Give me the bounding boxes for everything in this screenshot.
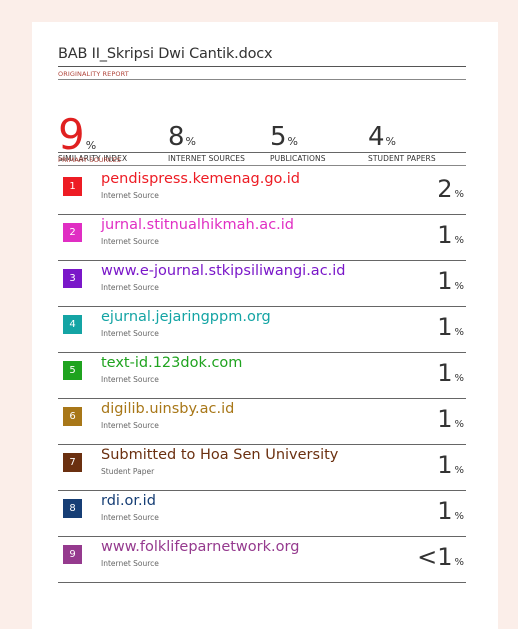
stat-value: 5 (270, 122, 287, 152)
stat-caption: PUBLICATIONS (270, 154, 326, 163)
source-name: rdi.or.id (101, 493, 156, 509)
stat-unit: % (85, 139, 97, 152)
source-rank-badge: 5 (63, 361, 82, 380)
stat-value: 8 (168, 122, 185, 152)
source-percent: 1% (437, 313, 464, 341)
source-name: Submitted to Hoa Sen University (101, 447, 339, 463)
source-type: Student Paper (101, 467, 155, 476)
source-row: 3 www.e-journal.stkipsiliwangi.ac.id Int… (58, 261, 466, 307)
source-percent: 1% (437, 497, 464, 525)
report-sheet: BAB II_Skripsi Dwi Cantik.docx ORIGINALI… (32, 22, 498, 629)
source-percent-unit: % (454, 373, 464, 384)
source-type: Internet Source (101, 237, 159, 246)
row-divider (58, 582, 466, 583)
source-name: www.e-journal.stkipsiliwangi.ac.id (101, 263, 346, 279)
source-type: Internet Source (101, 329, 159, 338)
source-type: Internet Source (101, 375, 159, 384)
source-row: 4 ejurnal.jejaringppm.org Internet Sourc… (58, 307, 466, 353)
stat-student-papers: 4% STUDENT PAPERS (368, 122, 436, 163)
stat-unit: % (185, 135, 196, 148)
stat-caption: STUDENT PAPERS (368, 154, 436, 163)
source-rank-badge: 7 (63, 453, 82, 472)
stat-caption: INTERNET SOURCES (168, 154, 245, 163)
stat-similarity-index: 9% SIMILARITY INDEX (58, 114, 127, 164)
section-divider (58, 79, 466, 80)
originality-report-label: ORIGINALITY REPORT (58, 70, 129, 78)
source-percent: 2% (437, 175, 464, 203)
source-name: ejurnal.jejaringppm.org (101, 309, 271, 325)
stat-publications: 5% PUBLICATIONS (270, 122, 326, 163)
source-row: 5 text-id.123dok.com Internet Source 1% (58, 353, 466, 399)
source-percent-unit: % (454, 327, 464, 338)
source-percent: 1% (437, 359, 464, 387)
stat-value: 4 (368, 122, 385, 152)
source-percent: <1% (417, 543, 464, 571)
source-percent-value: 1 (437, 267, 453, 295)
source-percent: 1% (437, 451, 464, 479)
source-type: Internet Source (101, 191, 159, 200)
stat-unit: % (287, 135, 298, 148)
source-percent-value: 2 (437, 175, 453, 203)
source-type: Internet Source (101, 421, 159, 430)
source-type: Internet Source (101, 513, 159, 522)
source-percent-unit: % (454, 557, 464, 568)
source-row: 2 jurnal.stitnualhikmah.ac.id Internet S… (58, 215, 466, 261)
document-title: BAB II_Skripsi Dwi Cantik.docx (58, 46, 273, 62)
source-percent-unit: % (454, 281, 464, 292)
source-row: 9 www.folklifeparnetwork.org Internet So… (58, 537, 466, 583)
source-name: pendispress.kemenag.go.id (101, 171, 300, 187)
source-percent-value: 1 (437, 405, 453, 433)
source-name: www.folklifeparnetwork.org (101, 539, 300, 555)
source-percent-value: 1 (437, 221, 453, 249)
source-percent-unit: % (454, 419, 464, 430)
source-percent-unit: % (454, 235, 464, 246)
source-rank-badge: 2 (63, 223, 82, 242)
source-percent-value: <1 (417, 543, 453, 571)
source-percent: 1% (437, 221, 464, 249)
source-percent-value: 1 (437, 451, 453, 479)
sources-divider (58, 165, 466, 166)
source-percent-unit: % (454, 465, 464, 476)
source-percent-unit: % (454, 511, 464, 522)
title-divider (58, 66, 466, 67)
source-name: jurnal.stitnualhikmah.ac.id (101, 217, 295, 233)
source-percent-value: 1 (437, 497, 453, 525)
source-percent-value: 1 (437, 359, 453, 387)
source-row: 8 rdi.or.id Internet Source 1% (58, 491, 466, 537)
source-percent-value: 1 (437, 313, 453, 341)
source-row: 6 digilib.uinsby.ac.id Internet Source 1… (58, 399, 466, 445)
source-name: text-id.123dok.com (101, 355, 243, 371)
source-type: Internet Source (101, 283, 159, 292)
source-row: 7 Submitted to Hoa Sen University Studen… (58, 445, 466, 491)
source-percent: 1% (437, 267, 464, 295)
source-rank-badge: 9 (63, 545, 82, 564)
source-row: 1 pendispress.kemenag.go.id Internet Sou… (58, 169, 466, 215)
source-rank-badge: 4 (63, 315, 82, 334)
source-type: Internet Source (101, 559, 159, 568)
source-rank-badge: 3 (63, 269, 82, 288)
source-rank-badge: 8 (63, 499, 82, 518)
source-percent-unit: % (454, 189, 464, 200)
stat-internet-sources: 8% INTERNET SOURCES (168, 122, 245, 163)
source-percent: 1% (437, 405, 464, 433)
stats-divider (58, 152, 466, 153)
source-name: digilib.uinsby.ac.id (101, 401, 235, 417)
primary-sources-label: PRIMARY SOURCES (58, 156, 122, 164)
source-rank-badge: 1 (63, 177, 82, 196)
stat-unit: % (385, 135, 396, 148)
source-rank-badge: 6 (63, 407, 82, 426)
